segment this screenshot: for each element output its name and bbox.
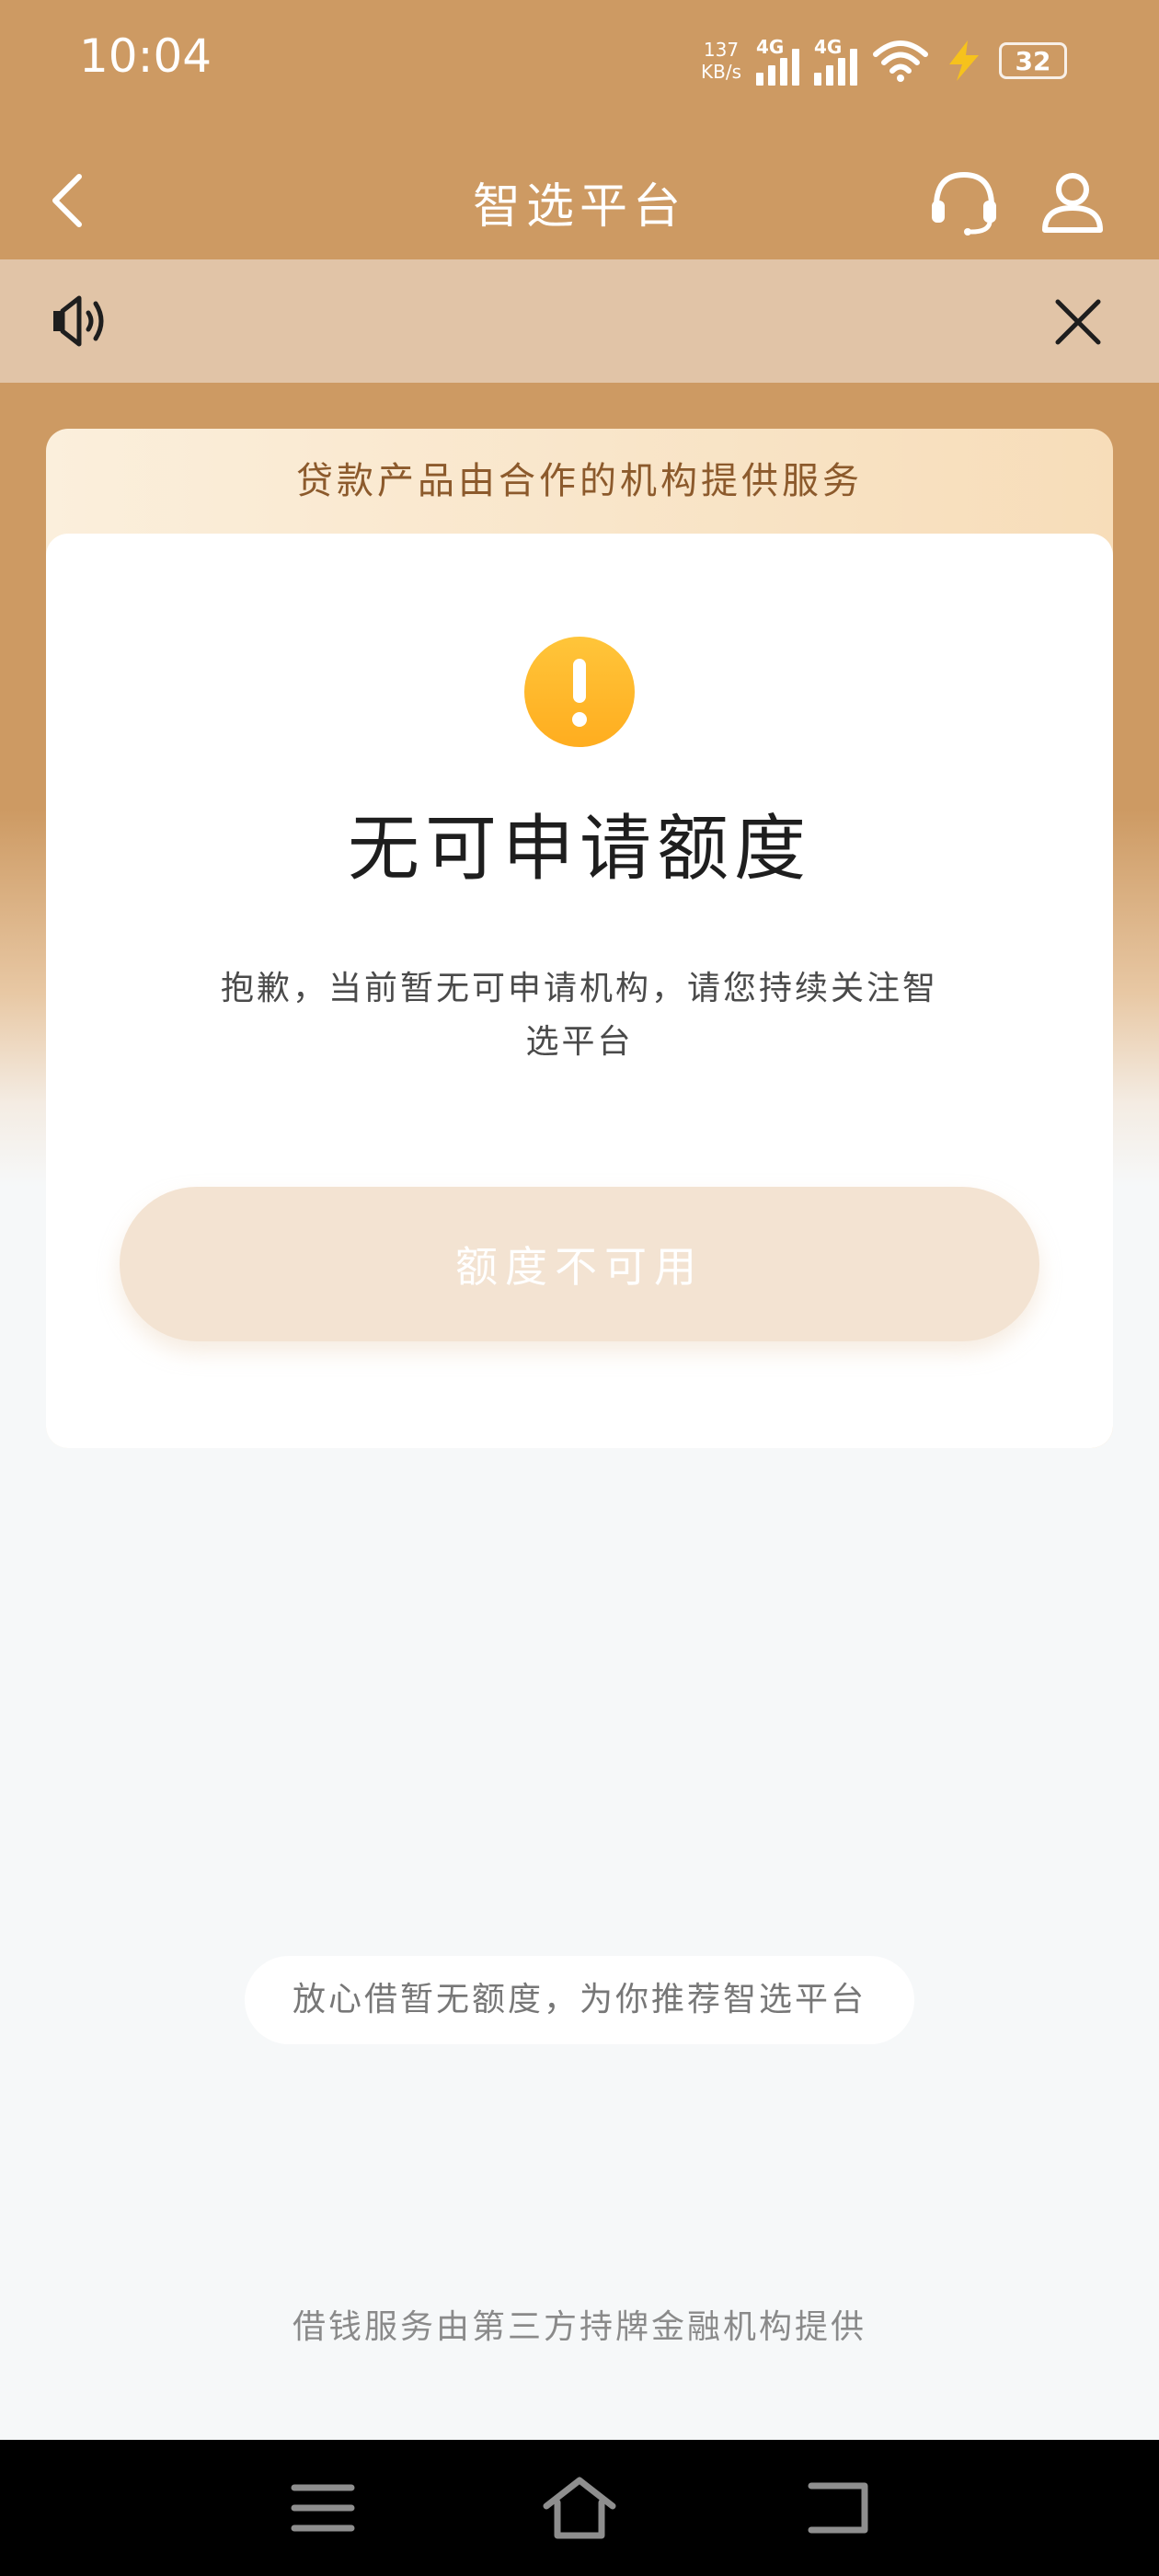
quota-unavailable-button[interactable]: 额度不可用 bbox=[120, 1187, 1039, 1341]
network-speed-unit: KB/s bbox=[701, 61, 741, 83]
nav-bar: 智选平台 bbox=[0, 138, 1159, 258]
signal-label: 4G bbox=[756, 36, 785, 58]
network-speed: 137 KB/s bbox=[701, 39, 741, 83]
headset-icon[interactable] bbox=[927, 169, 1001, 236]
warning-icon bbox=[524, 637, 635, 747]
user-icon[interactable] bbox=[1039, 169, 1106, 236]
close-icon[interactable] bbox=[1052, 296, 1104, 348]
system-nav-bar bbox=[0, 2440, 1159, 2576]
speaker-icon bbox=[53, 295, 104, 347]
battery-level: 32 bbox=[1015, 45, 1051, 76]
home-icon[interactable] bbox=[541, 2475, 618, 2541]
card-description: 抱歉，当前暂无可申请机构，请您持续关注智选平台 bbox=[220, 970, 938, 1061]
recommend-pill[interactable]: 放心借暂无额度，为你推荐智选平台 bbox=[245, 1956, 914, 2044]
card-title: 无可申请额度 bbox=[347, 808, 811, 891]
battery-icon: 32 bbox=[999, 42, 1067, 79]
notice-bar bbox=[0, 259, 1159, 383]
charging-icon bbox=[949, 40, 979, 81]
quota-card: 贷款产品由合作的机构提供服务 无可申请额度 抱歉，当前暂无可申请机构，请您持续关… bbox=[46, 429, 1113, 1448]
status-icons: 137 KB/s 4G 4G 32 bbox=[701, 33, 1067, 88]
status-time: 10:04 bbox=[79, 29, 212, 83]
network-speed-value: 137 bbox=[703, 39, 740, 61]
card-body: 无可申请额度 抱歉，当前暂无可申请机构，请您持续关注智选平台 额度不可用 bbox=[46, 534, 1113, 1448]
menu-icon[interactable] bbox=[291, 2482, 355, 2534]
footer-note: 借钱服务由第三方持牌金融机构提供 bbox=[292, 2308, 866, 2346]
status-bar: 10:04 137 KB/s 4G 4G 32 bbox=[0, 0, 1159, 129]
signal-label: 4G bbox=[814, 36, 843, 58]
signal-icon: 4G bbox=[756, 36, 799, 86]
signal-icon: 4G bbox=[814, 36, 857, 86]
wifi-icon bbox=[873, 40, 928, 82]
card-banner: 贷款产品由合作的机构提供服务 bbox=[296, 460, 863, 502]
back-icon[interactable] bbox=[802, 2477, 872, 2537]
